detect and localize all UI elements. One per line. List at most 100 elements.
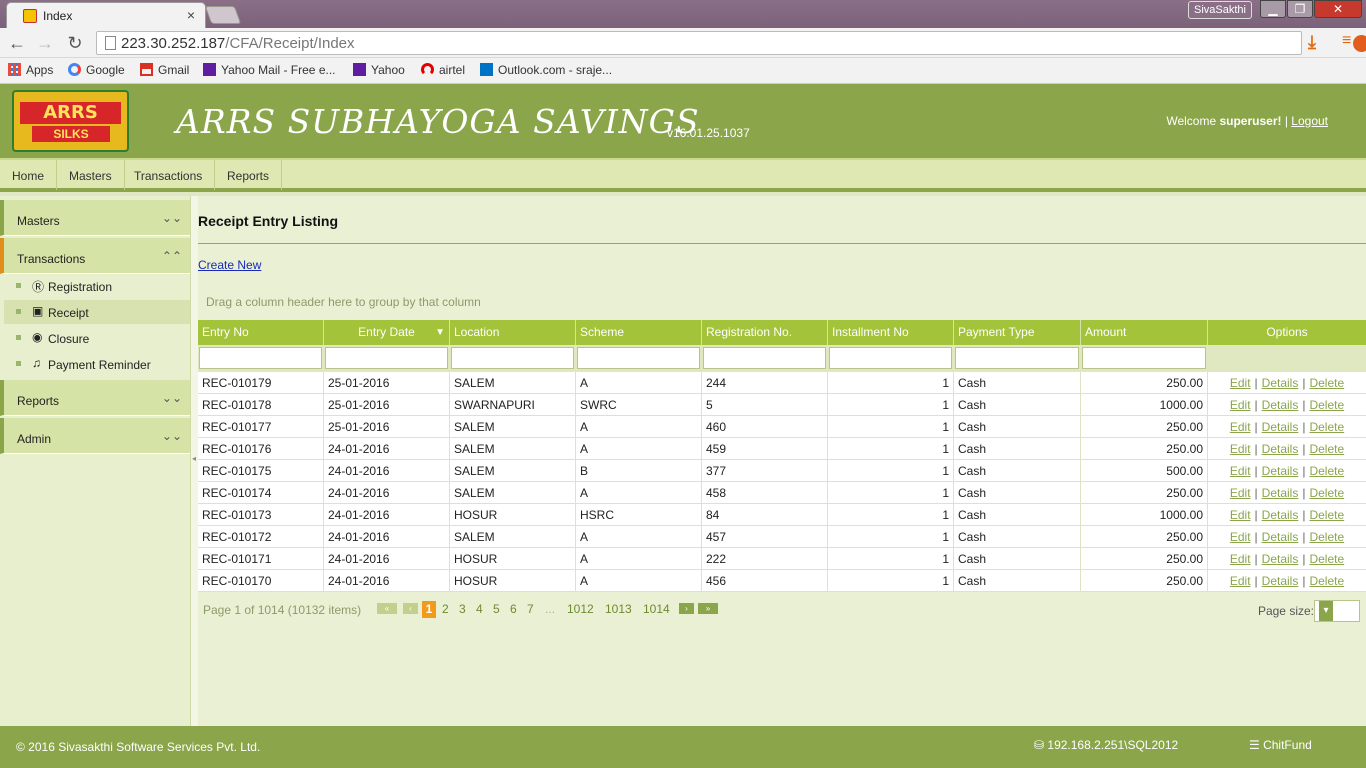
- page-link[interactable]: 2: [442, 602, 449, 616]
- tab-close-icon[interactable]: ×: [187, 7, 195, 23]
- table-row[interactable]: REC-010179 25-01-2016 SALEM A 244 1 Cash 250.00…: [198, 372, 1366, 394]
- edit-link[interactable]: Edit: [1230, 530, 1251, 544]
- edit-link[interactable]: Edit: [1230, 464, 1251, 478]
- page-size-select[interactable]: 10 ▾: [1314, 600, 1360, 622]
- table-row[interactable]: REC-010175 24-01-2016 SALEM B 377 1 Cash 500.00…: [198, 460, 1366, 482]
- filter-amount[interactable]: [1082, 347, 1206, 369]
- bookmark-yahoo[interactable]: Yahoo: [353, 63, 405, 77]
- nav-reports[interactable]: Reports: [215, 160, 283, 190]
- page-link[interactable]: 3: [459, 602, 466, 616]
- reload-icon[interactable]: ↻: [64, 32, 86, 54]
- filter-registration-no[interactable]: [703, 347, 826, 369]
- details-link[interactable]: Details: [1262, 398, 1299, 412]
- delete-link[interactable]: Delete: [1309, 508, 1344, 522]
- browser-tab[interactable]: Index ×: [6, 2, 206, 28]
- delete-link[interactable]: Delete: [1309, 420, 1344, 434]
- profile-button[interactable]: SivaSakthi: [1188, 1, 1252, 19]
- delete-link[interactable]: Delete: [1309, 574, 1344, 588]
- sidebar-item-payment-reminder[interactable]: ♫ Payment Reminder: [4, 352, 190, 376]
- last-page-icon[interactable]: »: [698, 603, 718, 614]
- delete-link[interactable]: Delete: [1309, 464, 1344, 478]
- browser-menu-icon[interactable]: ≡: [1342, 32, 1351, 50]
- details-link[interactable]: Details: [1262, 442, 1299, 456]
- page-link[interactable]: 4: [476, 602, 483, 616]
- nav-transactions[interactable]: Transactions: [122, 160, 216, 190]
- edit-link[interactable]: Edit: [1230, 442, 1251, 456]
- delete-link[interactable]: Delete: [1309, 530, 1344, 544]
- sidebar-section-masters[interactable]: Masters ⌄⌄: [0, 200, 190, 236]
- details-link[interactable]: Details: [1262, 420, 1299, 434]
- nav-masters[interactable]: Masters: [57, 160, 125, 190]
- col-header-amount[interactable]: Amount: [1081, 320, 1208, 345]
- details-link[interactable]: Details: [1262, 574, 1299, 588]
- back-icon[interactable]: ←: [6, 32, 28, 54]
- table-row[interactable]: REC-010172 24-01-2016 SALEM A 457 1 Cash 250.00…: [198, 526, 1366, 548]
- filter-entry-no[interactable]: [199, 347, 322, 369]
- close-window-button[interactable]: ✕: [1314, 0, 1362, 18]
- col-header-scheme[interactable]: Scheme: [576, 320, 702, 345]
- bookmark-yahoo-mail[interactable]: Yahoo Mail - Free e...: [203, 63, 336, 77]
- address-bar[interactable]: 223.30.252.187/CFA/Receipt/Index ☆: [96, 31, 1366, 55]
- page-link[interactable]: 1013: [605, 602, 632, 616]
- page-link[interactable]: 6: [510, 602, 517, 616]
- bookmark-outlook[interactable]: Outlook.com - sraje...: [480, 63, 612, 77]
- details-link[interactable]: Details: [1262, 376, 1299, 390]
- filter-location[interactable]: [451, 347, 574, 369]
- table-row[interactable]: REC-010171 24-01-2016 HOSUR A 222 1 Cash 250.00…: [198, 548, 1366, 570]
- sidebar-section-admin[interactable]: Admin ⌄⌄: [0, 418, 190, 454]
- page-link[interactable]: 1014: [643, 602, 670, 616]
- forward-icon[interactable]: →: [34, 32, 56, 54]
- chevron-down-icon[interactable]: ▾: [1319, 601, 1333, 621]
- details-link[interactable]: Details: [1262, 486, 1299, 500]
- edit-link[interactable]: Edit: [1230, 486, 1251, 500]
- page-link[interactable]: 5: [493, 602, 500, 616]
- first-page-icon[interactable]: «: [377, 603, 397, 614]
- col-header-registration-no[interactable]: Registration No.: [702, 320, 828, 345]
- delete-link[interactable]: Delete: [1309, 398, 1344, 412]
- details-link[interactable]: Details: [1262, 552, 1299, 566]
- details-link[interactable]: Details: [1262, 508, 1299, 522]
- extension-icon[interactable]: [1353, 35, 1366, 52]
- bookmark-gmail[interactable]: Gmail: [140, 63, 189, 77]
- delete-link[interactable]: Delete: [1309, 486, 1344, 500]
- table-row[interactable]: REC-010170 24-01-2016 HOSUR A 456 1 Cash 250.00…: [198, 570, 1366, 592]
- chevron-down-icon[interactable]: ⌄⌄: [162, 211, 182, 225]
- new-tab-button[interactable]: [204, 6, 242, 24]
- nav-home[interactable]: Home: [0, 160, 58, 190]
- table-row[interactable]: REC-010174 24-01-2016 SALEM A 458 1 Cash 250.00…: [198, 482, 1366, 504]
- sidebar-section-transactions[interactable]: Transactions ⌃⌃: [0, 238, 190, 274]
- edit-link[interactable]: Edit: [1230, 552, 1251, 566]
- table-row[interactable]: REC-010177 25-01-2016 SALEM A 460 1 Cash 250.00…: [198, 416, 1366, 438]
- edit-link[interactable]: Edit: [1230, 376, 1251, 390]
- bookmark-airtel[interactable]: airtel: [421, 63, 465, 77]
- filter-installment-no[interactable]: [829, 347, 952, 369]
- next-page-icon[interactable]: ›: [679, 603, 694, 614]
- prev-page-icon[interactable]: ‹: [403, 603, 418, 614]
- table-row[interactable]: REC-010173 24-01-2016 HOSUR HSRC 84 1 Cash 1000…: [198, 504, 1366, 526]
- chevron-down-icon[interactable]: ⌄⌄: [162, 429, 182, 443]
- chevron-up-icon[interactable]: ⌃⌃: [162, 249, 182, 263]
- filter-payment-type[interactable]: [955, 347, 1079, 369]
- sidebar-section-reports[interactable]: Reports ⌄⌄: [0, 380, 190, 416]
- sidebar-splitter[interactable]: ◂: [190, 196, 198, 726]
- edit-link[interactable]: Edit: [1230, 398, 1251, 412]
- col-header-location[interactable]: Location: [450, 320, 576, 345]
- sort-desc-icon[interactable]: ▼: [435, 320, 445, 345]
- edit-link[interactable]: Edit: [1230, 574, 1251, 588]
- edit-link[interactable]: Edit: [1230, 420, 1251, 434]
- table-row[interactable]: REC-010178 25-01-2016 SWARNAPURI SWRC 5 1 Cash…: [198, 394, 1366, 416]
- filter-scheme[interactable]: [577, 347, 700, 369]
- details-link[interactable]: Details: [1262, 530, 1299, 544]
- bookmark-google[interactable]: Google: [68, 63, 125, 77]
- download-icon[interactable]: ⤓: [1308, 32, 1316, 53]
- table-row[interactable]: REC-010176 24-01-2016 SALEM A 459 1 Cash 250.00…: [198, 438, 1366, 460]
- delete-link[interactable]: Delete: [1309, 442, 1344, 456]
- collapse-arrow-icon[interactable]: ◂: [192, 454, 196, 463]
- minimize-button[interactable]: ▁: [1260, 0, 1286, 18]
- delete-link[interactable]: Delete: [1309, 376, 1344, 390]
- arrs-silks-logo[interactable]: ARRS SILKS: [12, 90, 129, 152]
- details-link[interactable]: Details: [1262, 464, 1299, 478]
- logout-link[interactable]: Logout: [1291, 114, 1328, 128]
- col-header-entry-no[interactable]: Entry No: [198, 320, 324, 345]
- bookmark-apps[interactable]: Apps: [8, 63, 53, 77]
